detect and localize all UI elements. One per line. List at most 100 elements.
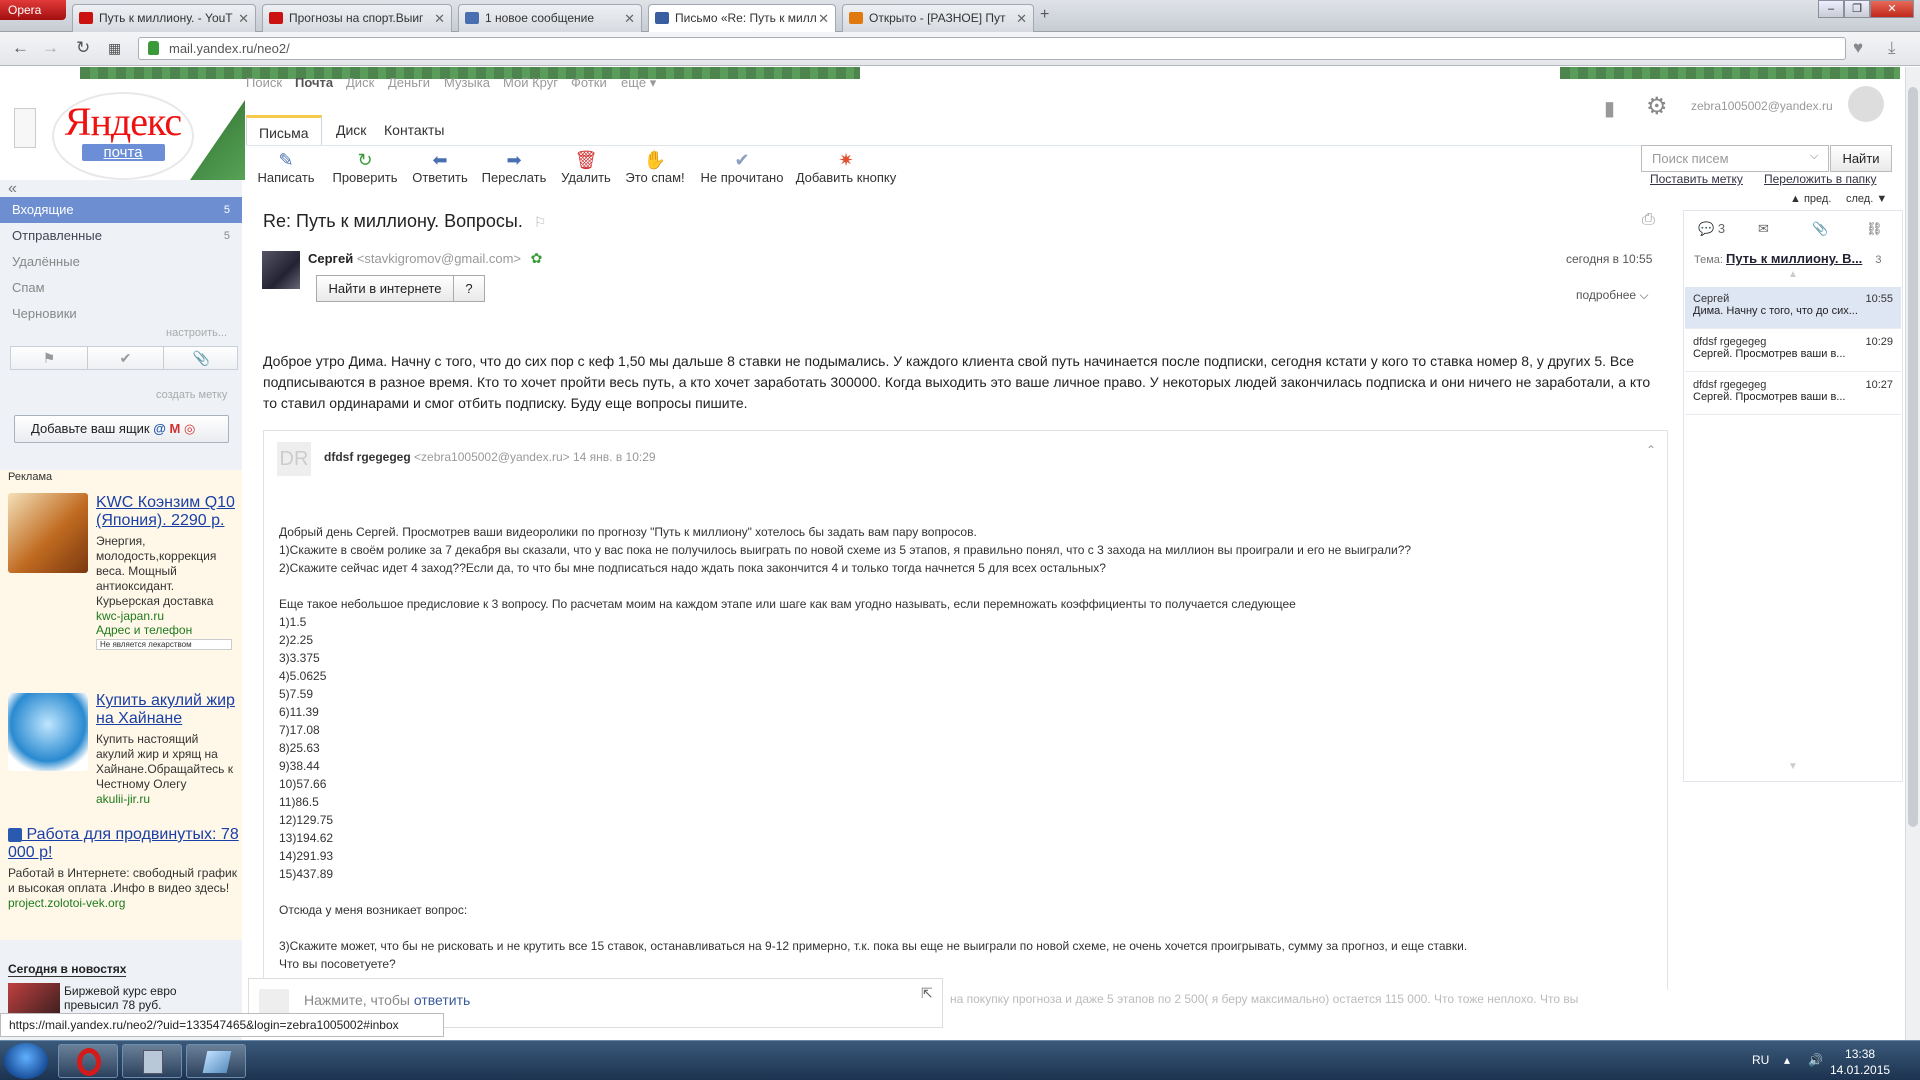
sidebar-item-drafts[interactable]: Черновики xyxy=(0,301,242,327)
ad-url[interactable]: kwc-japan.ru xyxy=(96,609,236,623)
back-icon[interactable]: ← xyxy=(12,38,29,58)
sender-avatar[interactable] xyxy=(262,251,300,289)
thread-count-tab[interactable]: 💬 3 xyxy=(1698,221,1725,237)
create-label-link[interactable]: создать метку xyxy=(156,389,227,401)
search-input[interactable]: Поиск писем xyxy=(1641,145,1829,172)
topic-link[interactable]: Путь к миллиону. В... xyxy=(1726,251,1862,266)
prev-link[interactable]: ▲ пред. xyxy=(1790,193,1831,205)
spam-button[interactable]: ✋ Это спам! xyxy=(622,150,688,185)
add-mailbox-button[interactable]: Добавьте ваш ящик @ M ◎ xyxy=(14,415,229,443)
service-mail[interactable]: Почта xyxy=(295,75,333,90)
find-online-button[interactable]: Найти в интернете xyxy=(316,275,454,302)
quoted-avatar[interactable]: DR xyxy=(277,442,311,476)
quoted-sender[interactable]: dfdsf rgegegeg <zebra1005002@yandex.ru> … xyxy=(324,450,656,464)
thread-item[interactable]: dfdsf rgegegeg 10:29 Сергей. Просмотрев … xyxy=(1685,330,1901,372)
check-icon[interactable]: ✔ xyxy=(87,347,163,369)
forward-button[interactable]: ➡ Переслать xyxy=(478,150,550,185)
close-tab-icon[interactable]: ✕ xyxy=(818,5,829,32)
avatar[interactable] xyxy=(1848,86,1884,122)
close-tab-icon[interactable]: ✕ xyxy=(624,5,635,32)
minimize-button[interactable]: – xyxy=(1818,0,1844,18)
ad-shark-image[interactable] xyxy=(8,693,88,771)
next-link[interactable]: след. ▼ xyxy=(1846,193,1887,205)
service-music[interactable]: Музыка xyxy=(444,75,490,90)
close-tab-icon[interactable]: ✕ xyxy=(1016,5,1027,32)
news-item[interactable]: Биржевой курс евро превысил 78 руб. xyxy=(64,984,184,1012)
paperclip-icon[interactable]: 📎 xyxy=(1812,221,1828,237)
service-moikrug[interactable]: Мой Круг xyxy=(503,75,558,90)
news-image[interactable] xyxy=(8,983,60,1013)
sidebar-item-deleted[interactable]: Удалённые xyxy=(0,249,242,275)
side-widget[interactable] xyxy=(14,108,36,148)
compose-button[interactable]: ✎ Написать xyxy=(256,150,316,185)
set-label-link[interactable]: Поставить метку xyxy=(1650,172,1743,186)
volume-icon[interactable]: 🔊 xyxy=(1808,1053,1823,1067)
mark-unread-button[interactable]: ✔ Не прочитано xyxy=(696,150,788,185)
thread-item[interactable]: Сергей 10:55 Дима. Начну с того, что до … xyxy=(1685,287,1901,329)
check-mail-button[interactable]: ↻ Проверить xyxy=(330,150,400,185)
tab-disk[interactable]: Диск xyxy=(324,115,378,145)
envelope-icon[interactable]: ✉ xyxy=(1758,221,1769,237)
close-tab-icon[interactable]: ✕ xyxy=(434,5,445,32)
new-tab-button[interactable]: + xyxy=(1040,6,1049,24)
print-icon[interactable]: ⎙ xyxy=(1642,211,1655,229)
tray-arrow-icon[interactable]: ▴ xyxy=(1784,1053,1790,1067)
delete-button[interactable]: 🗑 Удалить xyxy=(556,150,616,185)
tab-contacts[interactable]: Контакты xyxy=(372,115,456,145)
yandex-logo[interactable]: Яндекс почта xyxy=(52,92,194,180)
paperclip-icon[interactable]: 📎 xyxy=(163,347,239,369)
add-button-button[interactable]: ✷ Добавить кнопку xyxy=(794,150,898,185)
theme-icon[interactable]: ▮ xyxy=(1604,96,1615,121)
forward-icon[interactable]: → xyxy=(42,38,59,58)
scroll-up-icon[interactable]: ▲ xyxy=(1788,269,1798,280)
language-indicator[interactable]: RU xyxy=(1752,1053,1769,1067)
help-button[interactable]: ? xyxy=(453,275,485,302)
flag-icon[interactable]: ⚑ xyxy=(11,347,87,369)
sidebar-item-sent[interactable]: Отправленные 5 xyxy=(0,223,242,249)
collapse-quote-icon[interactable]: ⌃ xyxy=(1646,443,1656,457)
browser-tab-youtube[interactable]: Путь к миллиону. - YouT ✕ xyxy=(72,4,256,32)
service-photos[interactable]: Фотки xyxy=(571,75,607,90)
search-button[interactable]: Найти xyxy=(1830,145,1892,172)
url-field[interactable]: mail.yandex.ru/neo2/ xyxy=(138,37,1846,60)
move-folder-link[interactable]: Переложить в папку xyxy=(1764,172,1877,186)
service-search[interactable]: Поиск xyxy=(246,75,282,90)
download-icon[interactable]: ⤓ xyxy=(1888,38,1896,58)
link-icon[interactable]: ⛓ xyxy=(1866,221,1883,237)
scroll-down-icon[interactable]: ▼ xyxy=(1788,761,1798,772)
reply-button[interactable]: ⬅ Ответить xyxy=(408,150,472,185)
opera-menu-button[interactable]: Opera xyxy=(0,0,66,20)
flag-icon[interactable]: ⚐ xyxy=(534,214,547,230)
collapse-sidebar-icon[interactable]: « xyxy=(8,180,17,198)
news-header[interactable]: Сегодня в новостях xyxy=(8,962,127,977)
ad-url[interactable]: akulii-jir.ru xyxy=(96,792,238,806)
reply-placeholder[interactable]: Нажмите, чтобы ответить xyxy=(304,992,470,1008)
tab-letters[interactable]: Письма xyxy=(246,115,322,145)
close-tab-icon[interactable]: ✕ xyxy=(238,5,249,32)
details-link[interactable]: подробнее ⌵ xyxy=(1576,288,1649,303)
service-disk[interactable]: Диск xyxy=(346,75,374,90)
service-money[interactable]: Деньги xyxy=(388,75,430,90)
start-button[interactable] xyxy=(4,1043,48,1079)
close-window-button[interactable]: ✕ xyxy=(1870,0,1914,18)
taskbar-app[interactable] xyxy=(186,1044,246,1078)
browser-tab-new-message[interactable]: 1 новое сообщение ✕ xyxy=(458,4,642,32)
ad-title-link[interactable]: Купить акулий жир на Хайнане xyxy=(96,692,238,728)
reload-icon[interactable]: ↻ xyxy=(76,38,90,58)
thread-item[interactable]: dfdsf rgegegeg 10:27 Сергей. Просмотрев … xyxy=(1685,373,1901,415)
ad-title-link[interactable]: KWC Коэнзим Q10 (Япония). 2290 р. xyxy=(96,494,236,530)
service-more[interactable]: ещё ▾ xyxy=(621,75,656,91)
maximize-button[interactable]: ❐ xyxy=(1844,0,1870,18)
bookmark-heart-icon[interactable]: ♥ xyxy=(1853,38,1863,58)
user-email[interactable]: zebra1005002@yandex.ru xyxy=(1691,99,1833,113)
clock[interactable]: 13:38 14.01.2015 xyxy=(1830,1046,1890,1078)
sender-info[interactable]: Сергей <stavkigromov@gmail.com> ✿ xyxy=(308,250,542,267)
expand-reply-icon[interactable]: ⇱ xyxy=(921,985,933,1002)
browser-tab-letter[interactable]: Письмо «Re: Путь к милл ✕ xyxy=(648,4,836,32)
scrollbar-thumb[interactable] xyxy=(1908,87,1918,827)
ad-url[interactable]: project.zolotoi-vek.org xyxy=(8,896,240,910)
configure-link[interactable]: настроить... xyxy=(166,327,227,339)
ad-title-link[interactable]: Работа для продвинутых: 78 000 р! xyxy=(8,826,240,862)
browser-tab-prognozy[interactable]: Прогнозы на спорт.Выиг ✕ xyxy=(262,4,452,32)
logo-mail-link[interactable]: почта xyxy=(81,144,165,161)
